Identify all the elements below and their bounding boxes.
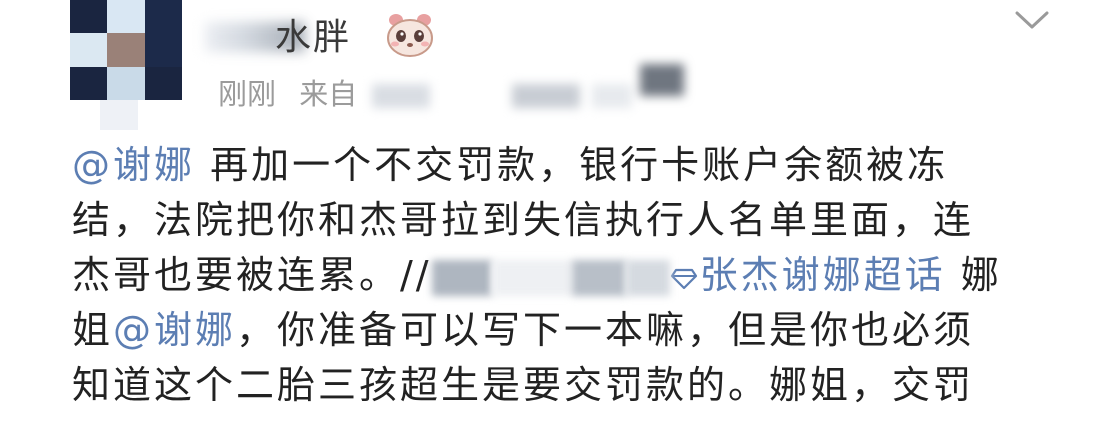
- redacted-source: [592, 84, 632, 108]
- diamond-topic-icon: [670, 268, 697, 290]
- post-text: 杰哥也要被连累。//: [72, 253, 432, 297]
- redacted-source: [372, 84, 430, 108]
- author-name[interactable]: 水胖: [205, 14, 385, 60]
- avatar-mosaic-cell: [70, 66, 108, 100]
- post-line: 杰哥也要被连累。// 张杰谢娜超话 娜: [72, 248, 1052, 303]
- post-text: ，你准备可以写下一本嘛，但是你也必须: [236, 308, 975, 352]
- avatar-mosaic-cell: [107, 33, 145, 67]
- post-source-prefix: 来自: [299, 77, 358, 111]
- post-text: 再加一个不交罚款，银行卡账户余额被冻: [195, 143, 949, 187]
- redacted-source: [512, 84, 580, 108]
- avatar-shadow: [100, 100, 138, 130]
- post-text: 姐: [72, 308, 114, 352]
- avatar-mosaic-cell: [144, 66, 182, 100]
- topic-link[interactable]: 张杰谢娜超话: [670, 253, 946, 297]
- avatar-mosaic-cell: [70, 0, 108, 34]
- post-body: @谢娜 再加一个不交罚款，银行卡账户余额被冻 结，法院把你和杰哥拉到失信执行人名…: [72, 138, 1052, 413]
- avatar-mosaic-cell: [144, 33, 182, 67]
- post-text: 知道这个二胎三孩超生是要交罚款的。娜姐，交罚: [72, 363, 975, 407]
- post-text: 结，法院把你和杰哥拉到失信执行人名单里面，连: [72, 198, 975, 242]
- avatar-mosaic-cell: [144, 0, 182, 34]
- post-time: 刚刚: [218, 77, 277, 111]
- mention-link[interactable]: @谢娜: [113, 308, 236, 352]
- post-line: @谢娜 再加一个不交罚款，银行卡账户余额被冻: [72, 138, 1052, 193]
- post-line: 姐@谢娜，你准备可以写下一本嘛，但是你也必须: [72, 303, 1052, 358]
- redacted-source: [640, 64, 684, 96]
- mention-link[interactable]: @谢娜: [72, 143, 195, 187]
- post-line: 知道这个二胎三孩超生是要交罚款的。娜姐，交罚: [72, 358, 1052, 413]
- redacted-username: [625, 259, 670, 296]
- post-meta: 刚刚 来自: [218, 74, 371, 114]
- avatar-mosaic-cell: [70, 33, 108, 67]
- post-text: 娜: [945, 253, 1002, 297]
- author-name-text: 水胖: [275, 17, 352, 58]
- avatar-mosaic-cell: [107, 66, 145, 100]
- chevron-down-icon[interactable]: [1014, 10, 1050, 30]
- avatar[interactable]: [70, 0, 182, 100]
- panda-face-icon: [387, 14, 433, 57]
- topic-label: 张杰谢娜超话: [699, 253, 946, 297]
- redacted-username: [431, 259, 492, 296]
- redacted-username: [491, 259, 572, 296]
- redacted-username: [571, 259, 626, 296]
- avatar-mosaic-cell: [107, 0, 145, 34]
- post-line: 结，法院把你和杰哥拉到失信执行人名单里面，连: [72, 193, 1052, 248]
